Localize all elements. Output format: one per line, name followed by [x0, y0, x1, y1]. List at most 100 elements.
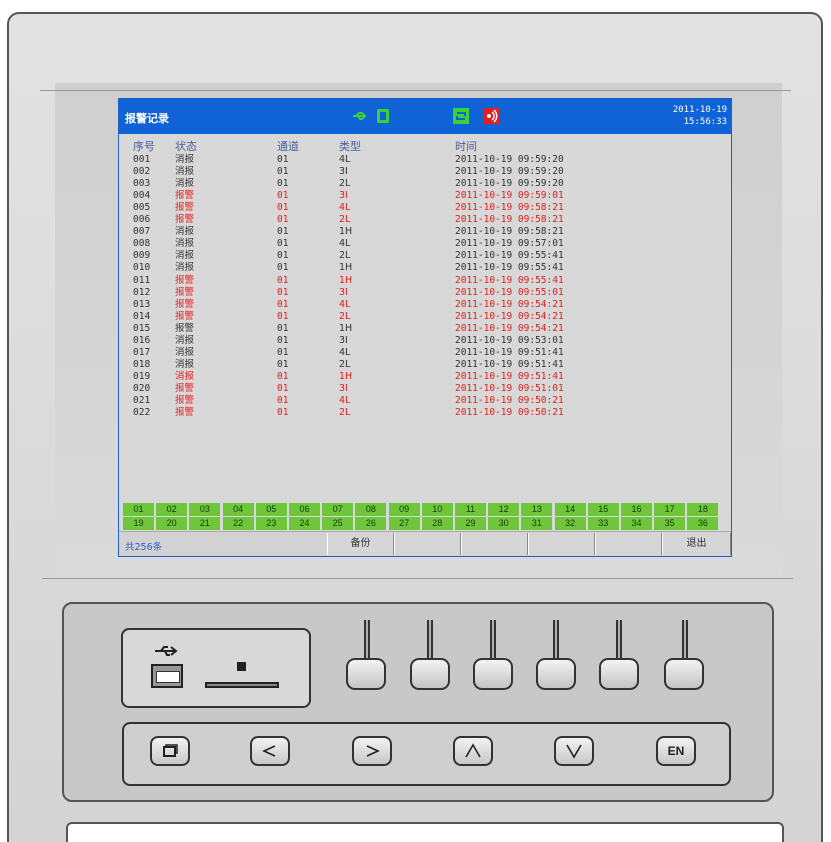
channel-cell[interactable]: 09	[388, 503, 420, 516]
channel-cell[interactable]: 23	[255, 517, 287, 530]
table-row: 005 报警 01 4L 2011-10-19 09:58:21	[119, 202, 731, 214]
table-row: 016 消报 01 3I 2011-10-19 09:53:01	[119, 335, 731, 347]
softkey-5[interactable]	[595, 533, 662, 555]
sd-card-slot[interactable]	[205, 682, 279, 688]
row-type: 2L	[339, 358, 351, 370]
window-icon	[163, 744, 178, 757]
function-key-5[interactable]	[599, 658, 639, 690]
function-key-2[interactable]	[410, 658, 450, 690]
channel-cell[interactable]: 33	[587, 517, 619, 530]
bezel-bottom-edge	[42, 578, 793, 579]
row-type: 2L	[339, 178, 351, 190]
function-key-1[interactable]	[346, 658, 386, 690]
channel-cell[interactable]: 06	[289, 503, 320, 516]
softkey-4[interactable]	[528, 533, 595, 555]
channel-cell[interactable]: 19	[123, 517, 154, 530]
row-number: 004	[133, 190, 151, 202]
window-key[interactable]	[150, 736, 190, 766]
channel-cell[interactable]: 04	[222, 503, 254, 516]
channel-cell[interactable]: 22	[222, 517, 254, 530]
row-status: 报警	[175, 298, 195, 310]
channel-cell[interactable]: 20	[156, 517, 188, 530]
row-channel: 01	[277, 370, 289, 382]
usb-port[interactable]	[151, 664, 183, 688]
row-number: 007	[133, 226, 151, 238]
channel-cell[interactable]: 16	[621, 503, 652, 516]
channel-cell[interactable]: 31	[521, 517, 553, 530]
softkey-1-backup[interactable]: 备份	[327, 533, 394, 555]
channel-cell[interactable]: 35	[654, 517, 686, 530]
row-channel: 01	[277, 346, 289, 358]
channel-cell[interactable]: 03	[189, 503, 221, 516]
total-count: 共256条	[125, 542, 163, 553]
table-row: 007 消报 01 1H 2011-10-19 09:58:21	[119, 226, 731, 238]
table-row: 010 消报 01 1H 2011-10-19 09:55:41	[119, 262, 731, 274]
row-type: 4L	[339, 238, 351, 250]
row-time: 2011-10-19 09:51:41	[455, 358, 564, 370]
channel-cell[interactable]: 08	[355, 503, 387, 516]
channel-cell[interactable]: 34	[621, 517, 652, 530]
left-key[interactable]	[250, 736, 290, 766]
softkey-6-exit[interactable]: 退出	[662, 533, 731, 555]
function-key-6[interactable]	[664, 658, 704, 690]
channel-cell[interactable]: 26	[355, 517, 387, 530]
channel-cell[interactable]: 02	[156, 503, 188, 516]
row-channel: 01	[277, 226, 289, 238]
channel-cell[interactable]: 30	[488, 517, 520, 530]
enter-key[interactable]: EN	[656, 736, 696, 766]
softkey-2[interactable]	[394, 533, 461, 555]
row-type: 4L	[339, 202, 351, 214]
softkey-3[interactable]	[461, 533, 528, 555]
channel-cell[interactable]: 12	[488, 503, 520, 516]
channel-cell[interactable]: 18	[687, 503, 719, 516]
channel-cell[interactable]: 17	[654, 503, 686, 516]
down-key[interactable]	[554, 736, 594, 766]
fkey-stem-2	[427, 620, 433, 662]
fkey-stem-6	[682, 620, 688, 662]
channel-cell[interactable]: 25	[322, 517, 354, 530]
channel-cell[interactable]: 01	[123, 503, 154, 516]
function-key-4[interactable]	[536, 658, 576, 690]
row-number: 011	[133, 274, 151, 286]
function-key-3[interactable]	[473, 658, 513, 690]
sync-icon	[453, 108, 469, 124]
channel-cell[interactable]: 14	[554, 503, 586, 516]
row-status: 消报	[175, 178, 195, 190]
channel-cell[interactable]: 32	[554, 517, 586, 530]
channel-cell[interactable]: 05	[255, 503, 287, 516]
channel-cell[interactable]: 11	[455, 503, 486, 516]
row-time: 2011-10-19 09:53:01	[455, 334, 564, 346]
row-channel: 01	[277, 382, 289, 394]
col-header-time: 时间	[455, 140, 477, 153]
row-number: 005	[133, 202, 151, 214]
up-key[interactable]	[453, 736, 493, 766]
table-row: 014 报警 01 2L 2011-10-19 09:54:21	[119, 311, 731, 323]
channel-cell[interactable]: 24	[289, 517, 320, 530]
row-time: 2011-10-19 09:55:41	[455, 262, 564, 274]
fkey-stem-4	[553, 620, 559, 662]
channel-cell[interactable]: 21	[189, 517, 221, 530]
channel-cell[interactable]: 27	[388, 517, 420, 530]
row-number: 017	[133, 346, 151, 358]
col-header-status: 状态	[175, 140, 197, 153]
row-channel: 01	[277, 358, 289, 370]
channel-cell[interactable]: 29	[455, 517, 486, 530]
row-channel: 01	[277, 190, 289, 202]
usb-symbol-icon	[155, 646, 178, 656]
channel-cell[interactable]: 28	[421, 517, 453, 530]
channel-cell[interactable]: 10	[421, 503, 453, 516]
channel-cell[interactable]: 15	[587, 503, 619, 516]
table-row: 022 报警 01 2L 2011-10-19 09:50:21	[119, 407, 731, 419]
channel-cell[interactable]: 07	[322, 503, 354, 516]
table-row: 001 消报 01 4L 2011-10-19 09:59:20	[119, 154, 731, 166]
channel-cell[interactable]: 13	[521, 503, 553, 516]
channel-cell[interactable]: 36	[687, 517, 719, 530]
date-label: 2011-10-19	[672, 105, 727, 115]
row-time: 2011-10-19 09:50:21	[455, 407, 564, 419]
table-row: 017 消报 01 4L 2011-10-19 09:51:41	[119, 347, 731, 359]
row-time: 2011-10-19 09:58:21	[455, 202, 564, 214]
time-label: 15:56:33	[683, 117, 727, 127]
right-key[interactable]	[352, 736, 392, 766]
row-status: 报警	[175, 322, 195, 334]
col-header-type: 类型	[339, 140, 361, 153]
